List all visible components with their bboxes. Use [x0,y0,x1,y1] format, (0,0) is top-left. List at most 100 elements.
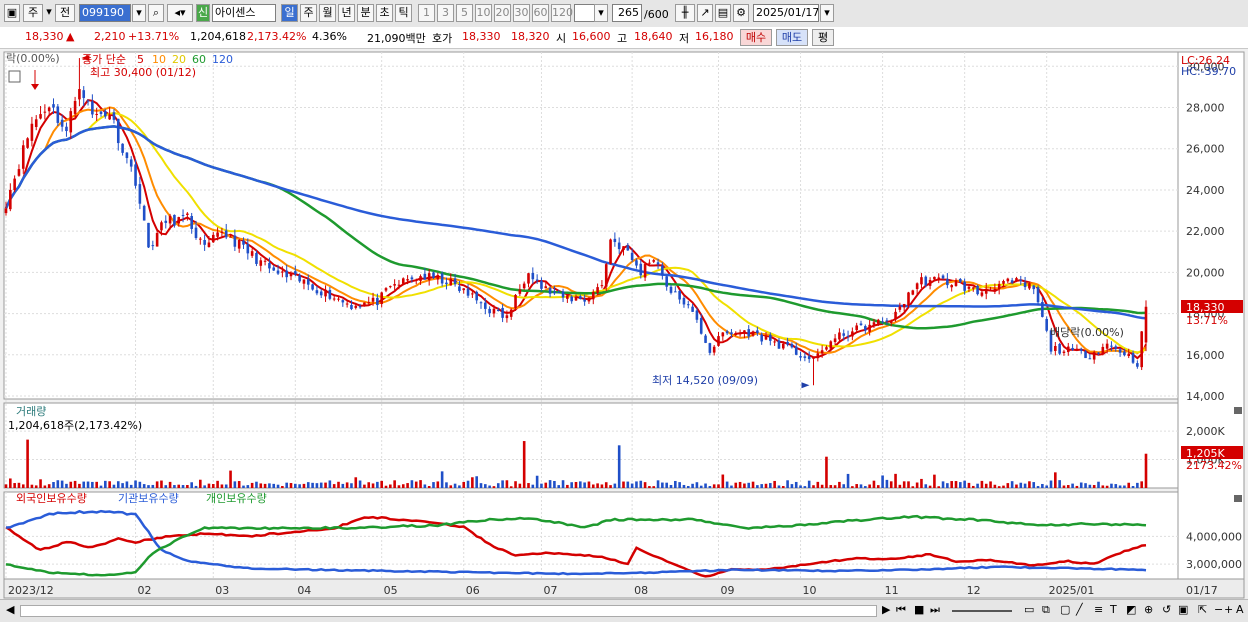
interval-5[interactable]: 5 [456,4,473,22]
candle-body [1058,343,1061,354]
candle-body [56,106,60,123]
calendar-dropdown-icon[interactable]: ▾ [820,4,834,22]
candle-body [522,283,526,289]
volume-bar [112,484,116,488]
candle-body [509,309,513,317]
volume-bar [686,486,690,488]
stock-code-input[interactable]: 099190 [79,4,131,22]
price-tick-label: 28,000 [1186,102,1225,115]
dropdown-arrow-icon[interactable]: ▾ [45,4,53,22]
volume-panel-close-icon[interactable] [1234,407,1242,414]
volume-bar [95,481,98,488]
volume-bar [1131,486,1135,488]
last-price-tag: 18,330 [1186,301,1225,314]
interval-1[interactable]: 1 [418,4,435,22]
date-input[interactable]: 2025/01/17 [753,4,819,22]
candle-body [82,90,86,98]
sell-button[interactable]: 매도 [776,29,808,46]
zoom-in-icon[interactable]: + [1224,603,1233,616]
candle-body [859,323,863,326]
evaluate-button[interactable]: 평 [812,29,834,46]
volume-bar [350,483,353,488]
period-tab-tick[interactable]: 틱 [395,4,412,22]
volume-bar [453,483,457,488]
candle-body [30,123,34,141]
open-label: 시 [556,32,567,45]
stock-chart[interactable]: 14,00016,00018,00020,00022,00024,00026,0… [0,48,1248,599]
institution-holdings-label: 기관보유수량 [118,492,179,505]
code-dropdown-icon[interactable]: ▾ [132,4,146,22]
interval-120[interactable]: 120 [551,4,573,22]
volume-bar [1110,483,1113,488]
price-change-pct: +13.71% [128,30,180,43]
candle-body [337,298,340,300]
layout-icon[interactable]: ▭ [1024,603,1034,616]
save-icon[interactable]: ▤ [715,4,731,22]
fibonacci-icon[interactable]: ≡ [1094,603,1103,616]
interval-30[interactable]: 30 [513,4,530,22]
candle-body [432,272,435,278]
candle-body [864,326,867,331]
volume-bar [393,480,396,488]
volume-bar [889,481,893,488]
candle-body [769,334,772,341]
first-page-icon[interactable]: ⏮ [896,603,906,617]
buy-button[interactable]: 매수 [740,29,772,46]
period-tab-minute[interactable]: 분 [357,4,374,22]
holdings-panel-close-icon[interactable] [1234,495,1242,502]
period-tab-month[interactable]: 월 [319,4,336,22]
interval-3[interactable]: 3 [437,4,454,22]
period-tab-second[interactable]: 초 [376,4,393,22]
interval-dropdown-icon[interactable]: ▾ [594,4,608,22]
zoom-slider[interactable] [952,610,1012,612]
last-page-icon[interactable]: ⏭ [930,603,940,617]
image-icon[interactable]: ▣ [1178,603,1188,616]
candle-body [989,289,992,291]
search-icon[interactable]: ⌕ [148,4,164,22]
candle-type-icon[interactable]: ╫ [675,4,695,22]
scrollbar[interactable] [20,605,877,617]
period-tab-year[interactable]: 년 [338,4,355,22]
speaker-icon[interactable]: ◂▾ [167,4,193,22]
interval-10[interactable]: 10 [475,4,492,22]
gear-icon[interactable]: ⚙ [733,4,749,22]
volume-bar [829,485,833,488]
candle-body [1097,352,1100,354]
period-tab-day[interactable]: 일 [281,4,298,22]
candle-body [548,287,552,294]
chart-table-icon[interactable] [8,70,21,83]
last-pct-tag: 13.71% [1186,314,1228,327]
interval-20[interactable]: 20 [494,4,511,22]
volume-bar [743,483,746,488]
line-tool-icon[interactable]: ╱ [1076,603,1083,616]
candle-body [17,169,21,176]
candle-body [1075,348,1079,350]
zoom-out-icon[interactable]: − [1214,603,1223,616]
scroll-left-icon[interactable]: ◀ [6,603,14,616]
candle-body [168,215,172,224]
shape-tool-icon[interactable]: ◩ [1126,603,1136,616]
pointer-icon[interactable]: ⇱ [1198,603,1207,616]
volume-bar [1023,483,1027,488]
candle-body [686,304,690,306]
volume-bar [224,484,228,488]
window-icon[interactable]: ▢ [1060,603,1070,616]
window-menu-icon[interactable]: ▣ [4,4,20,22]
undo-icon[interactable]: ↺ [1162,603,1171,616]
bar-count-input[interactable]: 265 [612,4,642,22]
lock-icon[interactable]: ⊕ [1144,603,1153,616]
font-size-icon[interactable]: A [1236,603,1244,616]
stop-icon[interactable]: ■ [914,603,924,616]
period-tab-week[interactable]: 주 [300,4,317,22]
copy-icon[interactable]: ⧉ [1042,603,1050,617]
text-tool-icon[interactable]: T [1110,603,1117,616]
volume-bar [337,481,340,488]
market-tab-all[interactable]: 전 [55,4,75,22]
interval-60[interactable]: 60 [532,4,549,22]
market-tab-stock[interactable]: 주 [23,4,43,22]
volume-bar [138,481,142,488]
candle-body [1118,349,1122,353]
crosshair-icon[interactable]: ↗ [697,4,713,22]
volume-bar [885,479,889,488]
scroll-right-icon[interactable]: ▶ [882,603,890,616]
